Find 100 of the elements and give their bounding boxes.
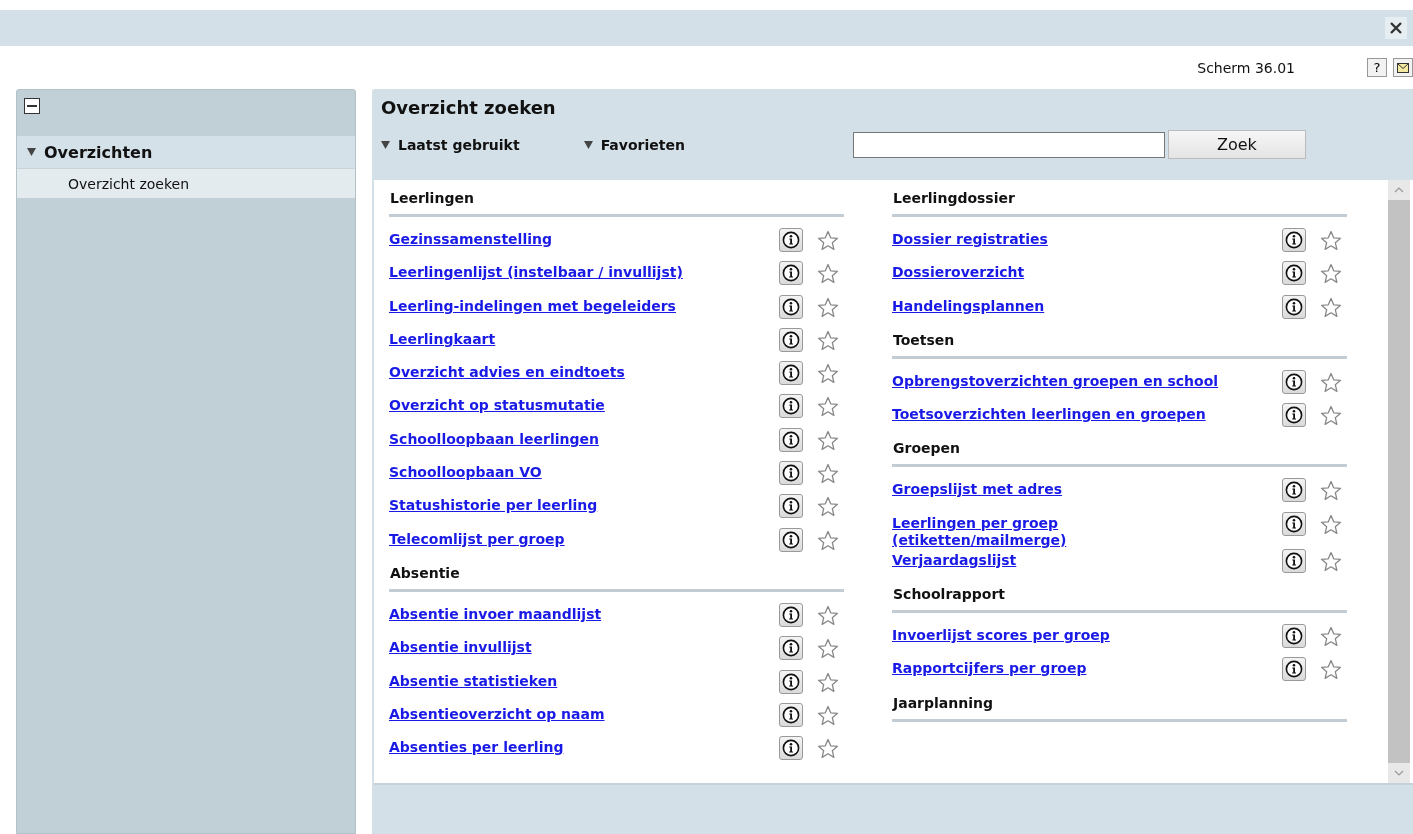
report-link[interactable]: Dossier registraties bbox=[892, 228, 1227, 248]
info-button[interactable] bbox=[1282, 624, 1306, 649]
report-link[interactable]: Gezinssamenstelling bbox=[389, 228, 724, 248]
report-link[interactable]: Invoerlijst scores per groep bbox=[892, 624, 1227, 645]
search-button[interactable]: Zoek bbox=[1167, 130, 1306, 159]
info-button[interactable] bbox=[779, 736, 803, 761]
info-button[interactable] bbox=[779, 702, 803, 727]
panel-title: Overzicht zoeken bbox=[381, 97, 557, 118]
star-icon[interactable] bbox=[817, 296, 839, 318]
star-icon[interactable] bbox=[1320, 513, 1342, 535]
info-button[interactable] bbox=[779, 294, 803, 319]
dropdown-toggle[interactable]: Favorieten bbox=[583, 136, 685, 153]
info-button[interactable] bbox=[779, 427, 803, 452]
section-heading: Schoolrapport bbox=[892, 582, 1347, 614]
star-icon[interactable] bbox=[1320, 659, 1342, 681]
star-icon[interactable] bbox=[817, 704, 839, 726]
star-icon[interactable] bbox=[817, 738, 839, 760]
report-link[interactable]: Statushistorie per leerling bbox=[389, 494, 724, 515]
collapse-button[interactable] bbox=[24, 98, 40, 114]
report-link[interactable]: Absentie statistieken bbox=[389, 669, 724, 690]
report-link[interactable]: Absentieoverzicht op naam bbox=[389, 702, 724, 723]
info-button[interactable] bbox=[779, 261, 803, 286]
report-link[interactable]: Leerling-indelingen met begeleiders bbox=[389, 294, 724, 315]
caret-down-icon bbox=[583, 140, 593, 149]
report-link[interactable]: Verjaardagslijst bbox=[892, 548, 1227, 569]
info-button[interactable] bbox=[779, 361, 803, 386]
star-icon[interactable] bbox=[1320, 230, 1342, 251]
star-icon[interactable] bbox=[1320, 296, 1342, 318]
report-link[interactable]: Dossieroverzicht bbox=[892, 261, 1227, 282]
info-button[interactable] bbox=[779, 461, 803, 486]
star-icon[interactable] bbox=[1320, 480, 1342, 502]
report-link[interactable]: Absentie invoer maandlijst bbox=[389, 602, 724, 623]
info-button[interactable] bbox=[1282, 369, 1306, 394]
report-link[interactable]: Rapportcijfers per groep bbox=[892, 657, 1227, 678]
star-icon[interactable] bbox=[817, 638, 839, 660]
star-icon[interactable] bbox=[817, 529, 839, 551]
section-heading: Toetsen bbox=[892, 327, 1347, 359]
report-link[interactable]: Overzicht advies en eindtoets bbox=[389, 361, 724, 382]
report-link[interactable]: Absenties per leerling bbox=[389, 736, 724, 757]
info-button[interactable] bbox=[779, 327, 803, 352]
section-heading: Jaarplanning bbox=[892, 690, 1347, 722]
info-button[interactable] bbox=[1282, 548, 1306, 573]
star-icon[interactable] bbox=[1320, 263, 1342, 285]
info-button[interactable] bbox=[1282, 403, 1306, 428]
star-icon[interactable] bbox=[1320, 371, 1342, 393]
scroll-up-icon[interactable] bbox=[1394, 187, 1404, 193]
info-button[interactable] bbox=[779, 602, 803, 627]
info-button[interactable] bbox=[779, 494, 803, 519]
section-heading: Absentie bbox=[389, 560, 844, 592]
section-heading: Groepen bbox=[892, 436, 1347, 468]
star-icon[interactable] bbox=[1320, 550, 1342, 572]
minus-icon bbox=[27, 105, 37, 107]
report-link[interactable]: Absentie invullijst bbox=[389, 636, 724, 657]
info-button[interactable] bbox=[1282, 294, 1306, 319]
star-icon[interactable] bbox=[817, 263, 839, 285]
close-icon bbox=[1389, 21, 1403, 35]
mail-button[interactable] bbox=[1393, 58, 1413, 77]
sidebar-item[interactable]: Overzicht zoeken bbox=[17, 168, 355, 198]
star-icon[interactable] bbox=[817, 230, 839, 251]
scroll-down-icon[interactable] bbox=[1394, 770, 1404, 776]
star-icon[interactable] bbox=[817, 463, 839, 485]
star-icon[interactable] bbox=[1320, 626, 1342, 648]
report-link[interactable]: Schoolloopbaan VO bbox=[389, 461, 724, 482]
report-link[interactable]: Leerlingen per groep (etiketten/mailmerge) bbox=[892, 511, 1227, 549]
info-button[interactable] bbox=[779, 636, 803, 661]
report-link[interactable]: Leerlingkaart bbox=[389, 327, 724, 348]
section-heading: Leerlingen bbox=[389, 186, 844, 217]
dropdown-toggle[interactable]: Laatst gebruikt bbox=[381, 136, 520, 153]
info-button[interactable] bbox=[1282, 511, 1306, 536]
sidebar-group[interactable]: Overzichten bbox=[17, 136, 355, 168]
info-button[interactable] bbox=[1282, 478, 1306, 503]
help-button[interactable]: ? bbox=[1367, 58, 1387, 77]
report-link[interactable]: Schoolloopbaan leerlingen bbox=[389, 427, 724, 448]
report-link[interactable]: Telecomlijst per groep bbox=[389, 527, 724, 548]
report-link[interactable]: Groepslijst met adres bbox=[892, 478, 1227, 499]
report-link[interactable]: Overzicht op statusmutatie bbox=[389, 394, 724, 415]
info-button[interactable] bbox=[779, 669, 803, 694]
report-link[interactable]: Leerlingenlijst (instelbaar / invullijst) bbox=[389, 261, 724, 282]
star-icon[interactable] bbox=[1320, 405, 1342, 427]
star-icon[interactable] bbox=[817, 671, 839, 693]
report-link[interactable]: Handelingsplannen bbox=[892, 294, 1227, 315]
report-link[interactable]: Toetsoverzichten leerlingen en groepen bbox=[892, 403, 1227, 424]
star-icon[interactable] bbox=[817, 363, 839, 385]
info-button[interactable] bbox=[1282, 657, 1306, 682]
star-icon[interactable] bbox=[817, 396, 839, 418]
info-button[interactable] bbox=[779, 394, 803, 419]
close-button[interactable] bbox=[1385, 17, 1407, 39]
star-icon[interactable] bbox=[817, 329, 839, 351]
mail-icon bbox=[1397, 62, 1409, 73]
screen-code: Scherm 36.01 bbox=[1197, 59, 1295, 76]
report-link[interactable]: Opbrengstoverzichten groepen en school bbox=[892, 369, 1227, 390]
info-button[interactable] bbox=[1282, 261, 1306, 286]
info-button[interactable] bbox=[779, 527, 803, 552]
search-field[interactable] bbox=[852, 131, 1165, 158]
star-icon[interactable] bbox=[817, 496, 839, 518]
info-button[interactable] bbox=[779, 228, 803, 252]
section-heading: Leerlingdossier bbox=[892, 186, 1347, 217]
star-icon[interactable] bbox=[817, 429, 839, 451]
info-button[interactable] bbox=[1282, 228, 1306, 252]
star-icon[interactable] bbox=[817, 604, 839, 626]
